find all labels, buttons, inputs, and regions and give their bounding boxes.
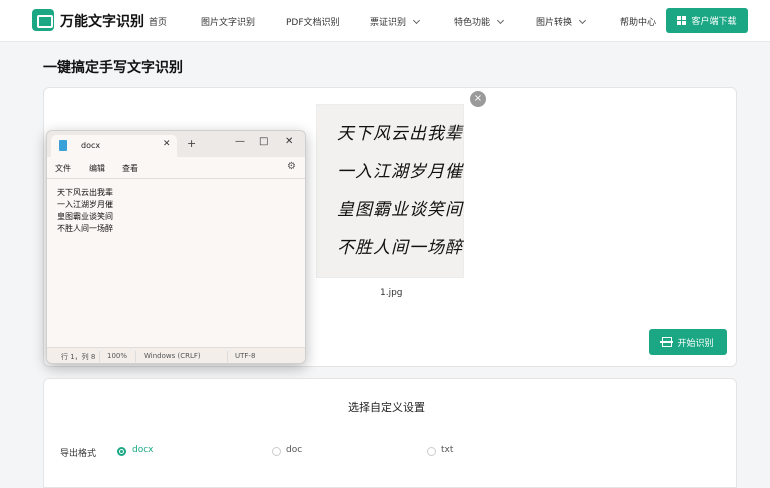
- gear-icon[interactable]: ⚙: [287, 161, 296, 172]
- menu-edit[interactable]: 编辑: [89, 163, 105, 174]
- logo-icon[interactable]: [32, 9, 54, 31]
- menu-file[interactable]: 文件: [55, 163, 71, 174]
- nav-home[interactable]: 首页: [149, 15, 167, 28]
- text-line[interactable]: 皇图霸业谈笑间: [57, 211, 113, 222]
- line-ending: Windows (CRLF): [144, 352, 201, 360]
- chevron-down-icon: [578, 16, 587, 25]
- handwritten-line: 一入江湖岁月催: [337, 162, 463, 182]
- cursor-position: 行 1，列 8: [61, 353, 96, 361]
- nav-ticket-ocr-label: 票证识别: [370, 18, 407, 28]
- settings-title: 选择自定义设置: [348, 401, 425, 414]
- zoom-level: 100%: [107, 352, 128, 360]
- format-option-doc[interactable]: doc: [286, 445, 302, 455]
- divider: [99, 351, 100, 362]
- close-tab-icon[interactable]: ✕: [163, 139, 171, 149]
- logo-text[interactable]: 万能文字识别: [60, 11, 144, 31]
- maximize-icon[interactable]: □: [259, 136, 268, 147]
- nav-pdf-ocr[interactable]: PDF文档识别: [286, 15, 340, 28]
- nav-features-label: 特色功能: [454, 18, 491, 28]
- scan-icon: [660, 337, 674, 347]
- text-line[interactable]: 一入江湖岁月催: [57, 199, 113, 210]
- handwritten-line: 天下风云出我辈: [337, 124, 463, 144]
- minimize-icon[interactable]: —: [235, 136, 245, 147]
- nav-features[interactable]: 特色功能: [454, 15, 505, 28]
- divider: [47, 178, 305, 179]
- nav-ticket-ocr[interactable]: 票证识别: [370, 15, 421, 28]
- windows-icon: [677, 16, 687, 25]
- custom-settings-panel: [43, 378, 737, 488]
- file-name: 1.jpg: [380, 288, 403, 298]
- divider: [135, 351, 136, 362]
- notepad-tab-title: docx: [81, 141, 101, 150]
- divider: [227, 351, 228, 362]
- format-radio-docx[interactable]: [117, 447, 126, 456]
- text-line[interactable]: 天下风云出我辈: [57, 187, 113, 198]
- close-window-icon[interactable]: ✕: [285, 136, 293, 147]
- format-option-txt[interactable]: txt: [441, 445, 453, 455]
- menu-view[interactable]: 查看: [122, 163, 138, 174]
- handwritten-line: 不胜人间一场醉: [337, 238, 463, 258]
- status-bar: 行 1，列 8 100% Windows (CRLF) UTF-8: [47, 347, 305, 363]
- top-nav-bar: 万能文字识别 首页 图片文字识别 PDF文档识别 票证识别 特色功能 图片转换 …: [0, 0, 770, 42]
- page-title: 一键搞定手写文字识别: [43, 60, 183, 76]
- nav-image-convert[interactable]: 图片转换: [536, 15, 587, 28]
- nav-image-convert-label: 图片转换: [536, 18, 573, 28]
- chevron-down-icon: [496, 16, 505, 25]
- notepad-window[interactable]: docx ✕ + — □ ✕ 文件 编辑 查看 ⚙ 天下风云出我辈 一入江湖岁月…: [46, 130, 306, 364]
- uploaded-image-preview[interactable]: 天下风云出我辈 一入江湖岁月催 皇图霸业谈笑间 不胜人间一场醉: [316, 104, 464, 278]
- nav-help[interactable]: 帮助中心: [620, 15, 656, 28]
- notepad-tab[interactable]: docx ✕: [51, 135, 177, 157]
- encoding: UTF-8: [235, 352, 256, 360]
- format-radio-txt[interactable]: [427, 447, 436, 456]
- format-option-docx[interactable]: docx: [132, 445, 154, 455]
- remove-image-icon[interactable]: ×: [470, 91, 486, 107]
- handwritten-line: 皇图霸业谈笑间: [337, 200, 463, 220]
- nav-image-ocr[interactable]: 图片文字识别: [201, 15, 255, 28]
- export-format-label: 导出格式: [60, 449, 97, 459]
- download-client-label: 客户端下载: [691, 17, 737, 27]
- start-recognition-label: 开始识别: [677, 338, 714, 349]
- document-icon: [59, 140, 67, 151]
- chevron-down-icon: [412, 16, 421, 25]
- new-tab-icon[interactable]: +: [187, 137, 196, 150]
- format-radio-doc[interactable]: [272, 447, 281, 456]
- text-line[interactable]: 不胜人间一场醉: [57, 223, 113, 234]
- start-recognition-button[interactable]: 开始识别: [649, 329, 727, 355]
- download-client-button[interactable]: 客户端下载: [666, 8, 748, 33]
